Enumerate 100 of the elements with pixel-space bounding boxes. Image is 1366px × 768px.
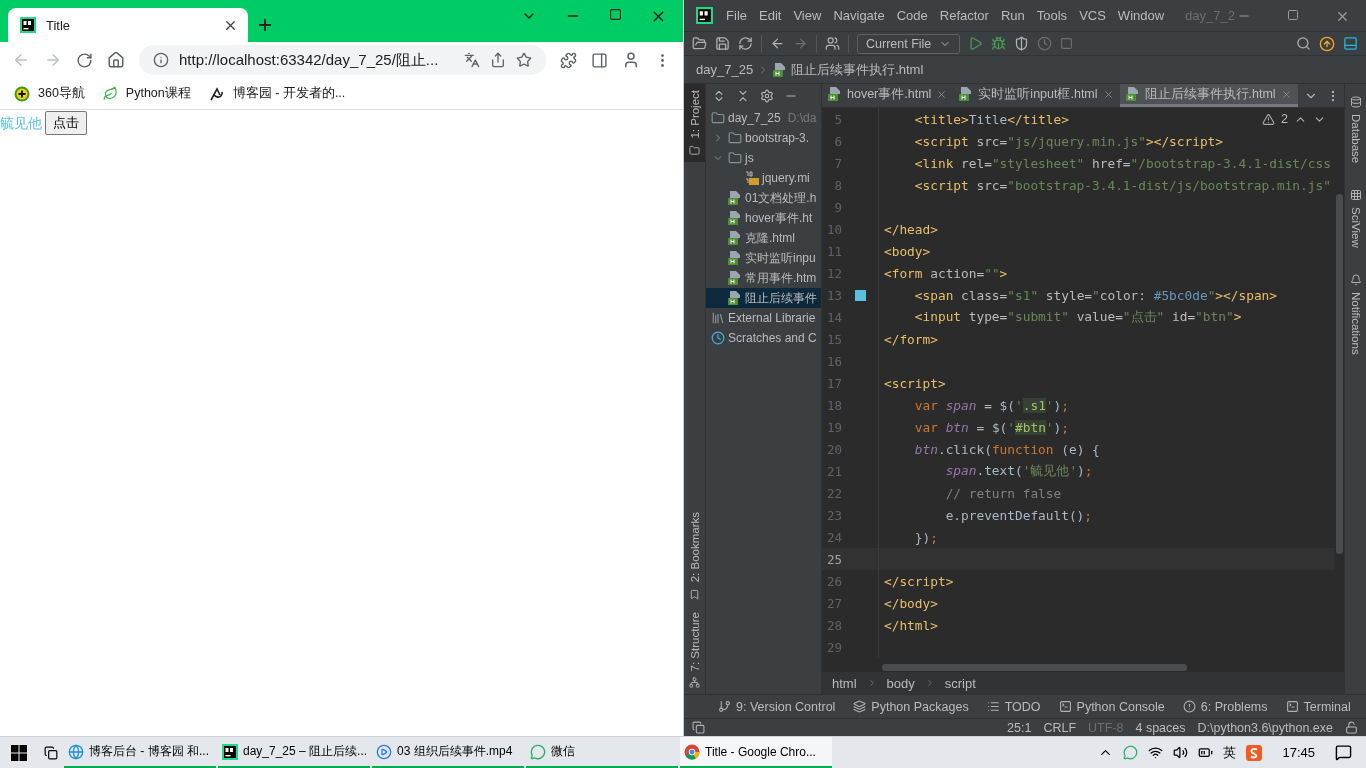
bookmark-link[interactable]: 360导航 — [14, 85, 85, 102]
tree-item[interactable]: hover事件.ht — [706, 208, 821, 228]
star-icon[interactable] — [516, 52, 532, 68]
profile-icon[interactable] — [622, 51, 640, 69]
menu-item[interactable]: Window — [1112, 8, 1170, 23]
network-icon[interactable] — [1148, 745, 1164, 760]
update-icon[interactable] — [1319, 35, 1335, 52]
tool-window-tab[interactable]: Notifications — [1345, 267, 1366, 361]
tree-item[interactable]: 克隆.html — [706, 228, 821, 248]
bookmark-link[interactable]: 博客园 - 开发者的... — [208, 85, 346, 102]
breadcrumb-item[interactable]: script — [944, 675, 976, 691]
editor-tab[interactable]: 实时监听input框.html — [953, 84, 1120, 107]
scrollbar-thumb[interactable] — [882, 663, 1187, 671]
html-file-icon — [959, 87, 974, 101]
color-swatch[interactable] — [854, 289, 866, 301]
lock-icon[interactable] — [1345, 721, 1358, 734]
back-icon[interactable] — [770, 36, 785, 51]
breadcrumb-item[interactable]: day_7_25 — [696, 62, 754, 77]
save-icon[interactable] — [715, 36, 730, 51]
tree-item[interactable]: 实时监听inpu — [706, 248, 821, 268]
maximize-icon[interactable] — [609, 8, 622, 21]
tree-item[interactable]: day_7_25 D:\da — [706, 108, 821, 128]
tool-window-button[interactable]: TODO — [986, 699, 1041, 714]
address-bar[interactable]: http://localhost:63342/day_7_25/阻止... — [139, 45, 546, 75]
debug-icon[interactable] — [991, 36, 1007, 51]
editor-tab[interactable]: 阻止后续事件执行.html — [1119, 84, 1298, 107]
layers-icon — [853, 700, 867, 713]
code-line: <script> — [884, 375, 946, 391]
status-item[interactable]: 4 spaces — [1135, 720, 1186, 735]
breadcrumb-item[interactable]: body — [886, 675, 915, 691]
windows-start-icon[interactable] — [11, 744, 27, 761]
menu-item[interactable]: VCS — [1074, 8, 1111, 23]
status-item[interactable]: CRLF — [1043, 720, 1077, 735]
home-icon[interactable] — [107, 51, 125, 69]
clock[interactable]: 17:45 — [1272, 745, 1325, 760]
tree-item[interactable]: Scratches and C — [706, 328, 821, 348]
taskbar-app[interactable]: Title - Google Chro... — [680, 737, 832, 768]
side-panel-icon[interactable] — [591, 51, 608, 69]
line-number: 20 — [825, 441, 842, 457]
maximize-icon[interactable] — [1287, 9, 1299, 21]
bell-icon — [1349, 273, 1362, 286]
status-item[interactable]: D:\python3.6\python.exe — [1197, 720, 1333, 735]
tree-item[interactable]: 01文档处理.h — [706, 188, 821, 208]
scrollbar-thumb[interactable] — [1336, 194, 1343, 554]
folder-icon[interactable] — [692, 36, 707, 51]
taskbar-app[interactable]: 博客后台 - 博客园 和... — [64, 737, 216, 768]
tool-window-button[interactable]: 6: Problems — [1182, 699, 1268, 714]
extensions-icon[interactable] — [560, 51, 577, 69]
volume-icon[interactable] — [1173, 745, 1189, 760]
users-icon[interactable] — [825, 36, 840, 51]
search-icon[interactable] — [1296, 36, 1311, 51]
warning-count[interactable]: 2 — [1281, 112, 1288, 126]
bookmark-link[interactable]: Python课程 — [102, 85, 191, 102]
menu-item[interactable]: View — [788, 8, 827, 23]
menu-item[interactable]: Run — [995, 8, 1030, 23]
tree-item[interactable]: jquery.mi — [706, 168, 821, 188]
tool-window-tab[interactable]: SciView — [1345, 183, 1366, 254]
tree-item[interactable]: External Librarie — [706, 308, 821, 328]
settings-icon[interactable] — [760, 89, 774, 103]
tool-window-button[interactable]: 9: Version Control — [718, 699, 836, 714]
plus-icon[interactable] — [256, 16, 274, 34]
menu-item[interactable]: Code — [891, 8, 933, 23]
run-config-dropdown[interactable]: Current File — [857, 33, 961, 54]
menu-item[interactable]: Edit — [754, 8, 787, 23]
tool-window-tab[interactable]: 1: Project — [684, 84, 705, 162]
task-view-icon[interactable] — [44, 745, 58, 760]
status-item[interactable]: 25:1 — [1007, 720, 1032, 735]
sync-icon[interactable] — [738, 36, 753, 51]
battery-icon[interactable] — [1198, 745, 1214, 760]
collapse-all-icon[interactable] — [736, 89, 750, 103]
tree-item[interactable]: 常用事件.htm — [706, 268, 821, 288]
breadcrumb-item[interactable]: 阻止后续事件执行.html — [791, 60, 924, 79]
tool-window-tab[interactable]: 7: Structure — [684, 605, 705, 694]
taskbar-app[interactable]: 03 组织后续事件.mp4 — [372, 737, 524, 768]
taskbar-app[interactable]: day_7_25 – 阻止后续... — [218, 737, 370, 768]
tool-window-tab[interactable]: 2: Bookmarks — [684, 506, 705, 606]
tree-item[interactable]: bootstrap-3. — [706, 128, 821, 148]
menu-item[interactable]: Navigate — [828, 8, 890, 23]
breadcrumb-item[interactable]: html — [832, 675, 857, 691]
tree-item[interactable]: js — [706, 148, 821, 168]
menu-item[interactable]: Tools — [1031, 8, 1073, 23]
browser-tab[interactable]: Title — [8, 8, 248, 42]
menu-item[interactable]: File — [721, 8, 752, 23]
warning-icon[interactable] — [1262, 112, 1276, 126]
translate-icon[interactable] — [464, 52, 480, 68]
editor-tab[interactable]: hover事件.html — [822, 84, 954, 107]
tree-item[interactable]: 阻止后续事件 — [706, 288, 821, 308]
input-method-logo-icon[interactable] — [1246, 744, 1263, 761]
taskbar-app[interactable]: 微信 — [526, 737, 678, 768]
tool-window-button[interactable]: Python Packages — [853, 699, 969, 714]
tool-window-button[interactable]: Python Console — [1058, 699, 1165, 714]
menu-item[interactable]: Refactor — [934, 8, 994, 23]
submit-button[interactable]: 点击 — [45, 111, 87, 135]
tool-window-tab[interactable]: Database — [1345, 90, 1366, 170]
input-method[interactable]: 英 — [1223, 743, 1237, 762]
share-icon[interactable] — [490, 52, 506, 68]
notifications-icon[interactable] — [1335, 744, 1352, 761]
run-icon[interactable] — [968, 36, 984, 51]
reload-icon[interactable] — [76, 51, 93, 69]
tool-window-button[interactable]: Terminal — [1285, 699, 1351, 714]
